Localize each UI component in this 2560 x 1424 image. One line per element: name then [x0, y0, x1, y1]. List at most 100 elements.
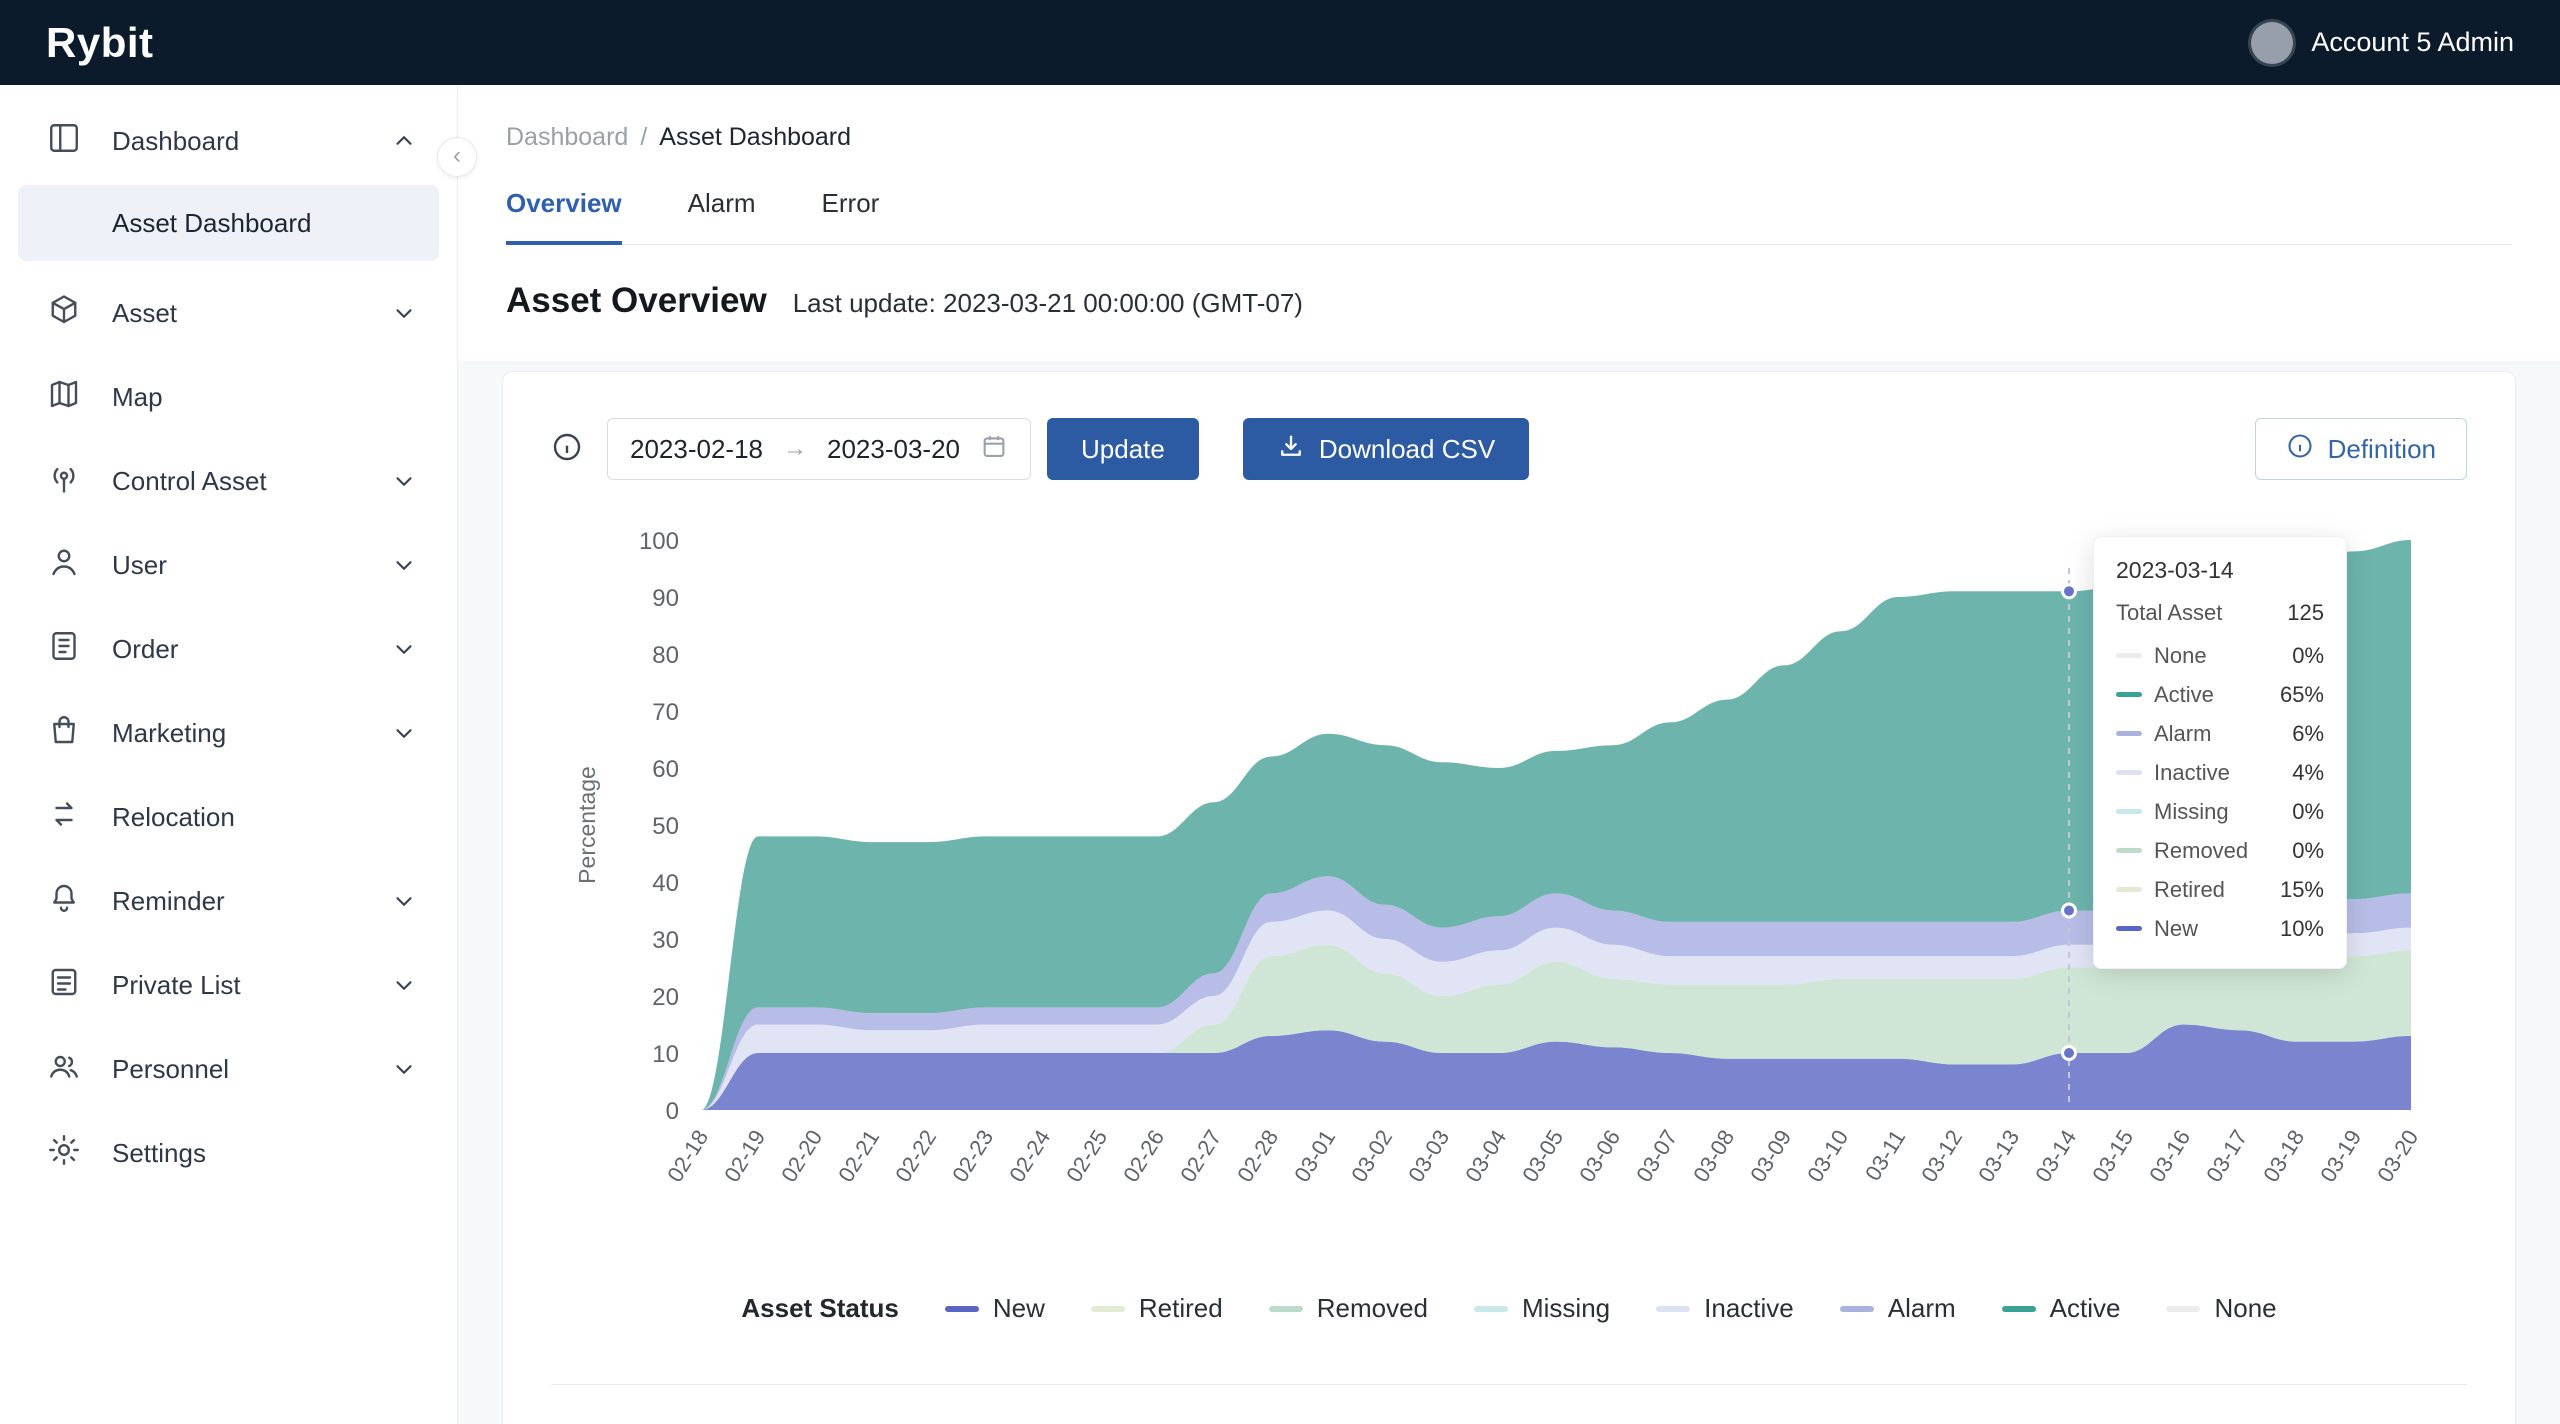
dashboard-icon	[46, 120, 82, 163]
sidebar-item-label: Relocation	[112, 802, 235, 833]
sidebar-item-private-list[interactable]: Private List	[0, 943, 457, 1027]
tooltip-row: None0%	[2116, 636, 2324, 675]
private-list-icon	[46, 964, 82, 1007]
sidebar-item-order[interactable]: Order	[0, 607, 457, 691]
sidebar-item-label: Map	[112, 382, 163, 413]
tooltip-total-value: 125	[2287, 600, 2324, 626]
legend-item-active[interactable]: Active	[2002, 1293, 2121, 1324]
asset-overview-card: 2023-02-18 → 2023-03-20 Update Download …	[502, 371, 2516, 1424]
account-name: Account 5 Admin	[2311, 27, 2514, 58]
sidebar-item-asset[interactable]: Asset	[0, 271, 457, 355]
tooltip-date: 2023-03-14	[2116, 557, 2324, 584]
chevron-down-icon	[391, 888, 417, 914]
legend-item-alarm[interactable]: Alarm	[1840, 1293, 1956, 1324]
overview-section: 2023-02-18 → 2023-03-20 Update Download …	[458, 361, 2560, 1424]
date-range-picker[interactable]: 2023-02-18 → 2023-03-20	[607, 418, 1031, 480]
sidebar-item-control-asset[interactable]: Control Asset	[0, 439, 457, 523]
sidebar-item-personnel[interactable]: Personnel	[0, 1027, 457, 1111]
svg-text:50: 50	[652, 813, 679, 840]
tooltip-row: Removed0%	[2116, 831, 2324, 870]
sidebar-item-label: Control Asset	[112, 466, 267, 497]
svg-text:03-12: 03-12	[1916, 1125, 1967, 1186]
svg-text:03-13: 03-13	[1973, 1125, 2024, 1186]
user-icon	[46, 544, 82, 587]
relocation-icon	[46, 796, 82, 839]
legend-item-none[interactable]: None	[2166, 1293, 2276, 1324]
legend-item-removed[interactable]: Removed	[1269, 1293, 1428, 1324]
sidebar-item-settings[interactable]: Settings	[0, 1111, 457, 1195]
svg-text:02-23: 02-23	[947, 1125, 998, 1186]
order-icon	[46, 628, 82, 671]
sidebar-item-map[interactable]: Map	[0, 355, 457, 439]
asset-icon	[46, 292, 82, 335]
chevron-down-icon	[391, 972, 417, 998]
chevron-up-icon	[391, 128, 417, 154]
sidebar-item-marketing[interactable]: Marketing	[0, 691, 457, 775]
sidebar-item-label: Dashboard	[112, 126, 239, 157]
sidebar-item-relocation[interactable]: Relocation	[0, 775, 457, 859]
chart-legend: Asset Status New Retired Removed Missing…	[551, 1293, 2467, 1324]
date-start-input[interactable]: 2023-02-18	[630, 434, 763, 465]
sidebar-item-reminder[interactable]: Reminder	[0, 859, 457, 943]
svg-text:03-18: 03-18	[2258, 1125, 2309, 1186]
download-csv-button[interactable]: Download CSV	[1243, 418, 1529, 480]
series-swatch	[2116, 809, 2142, 814]
series-swatch	[2116, 731, 2142, 736]
svg-text:02-24: 02-24	[1004, 1125, 1055, 1186]
breadcrumb-dashboard[interactable]: Dashboard	[506, 123, 628, 151]
definition-button[interactable]: Definition	[2255, 418, 2467, 480]
sidebar-item-label: Private List	[112, 970, 241, 1001]
legend-swatch	[945, 1306, 979, 1312]
svg-text:03-08: 03-08	[1688, 1125, 1739, 1186]
sidebar-item-dashboard[interactable]: Dashboard	[0, 99, 457, 183]
chart-controls: 2023-02-18 → 2023-03-20 Update Download …	[551, 418, 2467, 480]
personnel-icon	[46, 1048, 82, 1091]
svg-text:02-20: 02-20	[776, 1125, 827, 1186]
tooltip-row: New10%	[2116, 909, 2324, 948]
legend-item-inactive[interactable]: Inactive	[1656, 1293, 1794, 1324]
sidebar-item-asset-dashboard[interactable]: Asset Dashboard	[18, 185, 439, 261]
svg-text:02-18: 02-18	[662, 1125, 713, 1186]
sidebar-item-user[interactable]: User	[0, 523, 457, 607]
svg-text:03-11: 03-11	[1860, 1125, 1910, 1185]
svg-text:03-03: 03-03	[1403, 1125, 1454, 1186]
svg-text:40: 40	[652, 870, 679, 897]
svg-text:02-27: 02-27	[1175, 1125, 1226, 1186]
series-swatch	[2116, 926, 2142, 931]
tab-alarm[interactable]: Alarm	[688, 188, 756, 244]
sidebar-item-label: Reminder	[112, 886, 225, 917]
tab-bar: Overview Alarm Error	[506, 188, 2512, 245]
asset-status-chart[interactable]: 0102030405060708090100Percentage02-1802-…	[551, 510, 2467, 1285]
sidebar-collapse-button[interactable]: ‹	[437, 137, 477, 177]
account-menu[interactable]: Account 5 Admin	[2251, 22, 2514, 64]
breadcrumb: Dashboard/Asset Dashboard	[506, 123, 2512, 152]
svg-text:30: 30	[652, 927, 679, 954]
svg-text:02-19: 02-19	[719, 1125, 770, 1186]
svg-text:03-15: 03-15	[2087, 1125, 2138, 1186]
legend-item-new[interactable]: New	[945, 1293, 1045, 1324]
sidebar-item-label: Settings	[112, 1138, 206, 1169]
date-end-input[interactable]: 2023-03-20	[827, 434, 960, 465]
update-button[interactable]: Update	[1047, 418, 1199, 480]
svg-text:03-19: 03-19	[2315, 1125, 2366, 1186]
svg-text:02-26: 02-26	[1118, 1125, 1169, 1186]
info-icon[interactable]	[551, 431, 583, 468]
tooltip-row: Missing0%	[2116, 792, 2324, 831]
svg-text:03-20: 03-20	[2372, 1125, 2423, 1186]
tab-overview[interactable]: Overview	[506, 188, 622, 245]
legend-swatch	[2166, 1306, 2200, 1312]
avatar[interactable]	[2251, 22, 2293, 64]
tooltip-row: Retired15%	[2116, 870, 2324, 909]
legend-item-retired[interactable]: Retired	[1091, 1293, 1223, 1324]
legend-item-missing[interactable]: Missing	[1474, 1293, 1610, 1324]
svg-text:03-02: 03-02	[1346, 1125, 1397, 1186]
tab-error[interactable]: Error	[822, 188, 880, 244]
svg-text:03-05: 03-05	[1517, 1125, 1568, 1186]
sidebar-item-label: Personnel	[112, 1054, 229, 1085]
brand-logo[interactable]: Rybit	[46, 19, 154, 67]
legend-swatch	[2002, 1306, 2036, 1312]
svg-text:03-01: 03-01	[1289, 1125, 1340, 1186]
settings-icon	[46, 1132, 82, 1175]
main-content: Dashboard/Asset Dashboard Overview Alarm…	[458, 85, 2560, 1424]
svg-text:03-17: 03-17	[2201, 1125, 2252, 1186]
